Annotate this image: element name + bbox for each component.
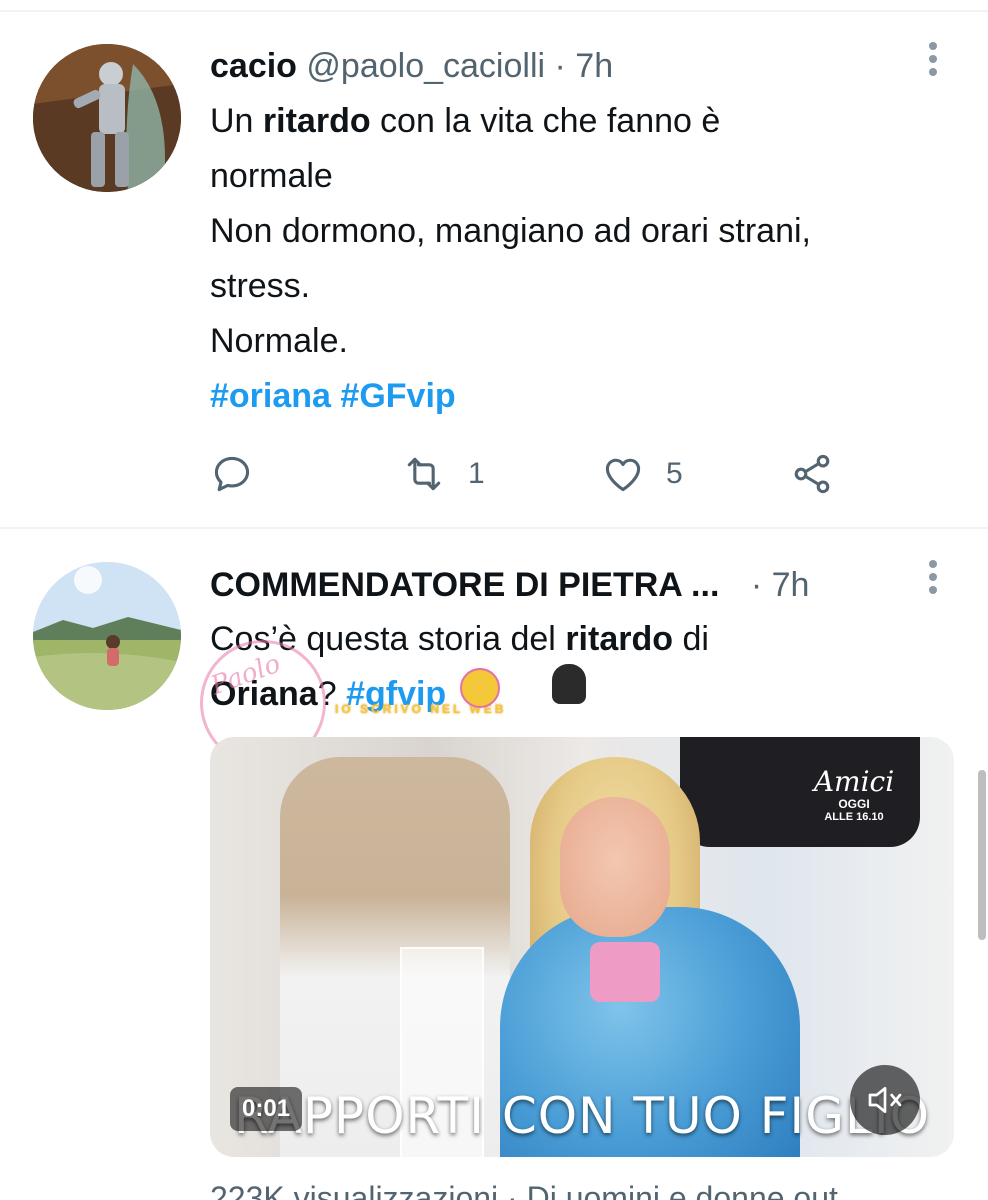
text-segment: Cos’è questa storia del [210,620,566,658]
twitter-timeline: cacio @paolo_caciolli · 7h Un ritardo co… [0,0,988,1200]
text-segment: con la vita che fanno è [370,102,721,140]
retweet-icon [407,457,441,491]
text-segment: ? [317,675,347,713]
tweet-line: Cos’è questa storia del ritardo di [210,612,950,667]
more-options-icon[interactable] [928,42,938,82]
channel-logo: Amici OGGI ALLE 16.10 [804,767,904,824]
tweet-line: stress. [210,267,311,305]
video-presenter-hand [590,942,660,1002]
timestamp[interactable]: 7h [575,47,613,85]
avatar-landscape-image [33,562,181,710]
reply-icon [214,456,250,492]
retweet-count: 1 [468,457,485,490]
top-divider [0,10,988,12]
separator-dot: · [554,47,566,85]
tweet-divider [0,527,988,529]
hashtag-link[interactable]: #oriana [210,377,331,415]
tweet-header: cacio @paolo_caciolli · 7h [210,46,613,86]
avatar[interactable] [33,44,181,192]
display-name[interactable]: cacio [210,47,297,85]
hashtag-link[interactable]: #gfvip [346,675,446,713]
hashtag-link[interactable]: #GFvip [340,377,455,415]
text-segment: Un [210,102,263,140]
share-button[interactable] [790,448,834,500]
mute-toggle-button[interactable] [850,1065,920,1135]
timestamp[interactable]: 7h [772,566,810,604]
tweet-text: Un ritardo con la vita che fanno è norma… [210,94,950,424]
more-options-icon[interactable] [928,560,938,600]
tweet-line: Normale. [210,322,348,360]
text-bold-segment: Oriana [210,675,318,713]
text-segment: di [673,620,709,658]
share-icon [794,454,830,494]
username[interactable]: @paolo_caciolli [306,47,545,85]
like-button[interactable]: 5 [600,448,683,500]
video-presenter-face [560,797,670,937]
avatar[interactable] [33,562,181,710]
tweet-line: normale [210,157,333,195]
video-timer: 0:01 [230,1087,303,1131]
logo-title: Amici [813,765,895,798]
views-and-source: 223K visualizzazioni · Di uomini e donne… [210,1180,838,1200]
tweet-line: Un ritardo con la vita che fanno è [210,94,950,149]
logo-subtitle-time: ALLE 16.10 [824,811,884,823]
tweet-line: Non dormono, mangiano ad orari strani, [210,212,811,250]
tweet-text: Cos’è questa storia del ritardo di Orian… [210,612,950,722]
text-bold-segment: ritardo [262,102,371,140]
video-player[interactable]: Amici OGGI ALLE 16.10 RAPPORTI CON TUO F… [210,737,954,1157]
video-caption: RAPPORTI CON TUO FIGLIO [233,1087,931,1145]
logo-subtitle: OGGI [838,797,870,811]
heart-icon [605,458,641,492]
avatar-knight-image [33,44,181,192]
muted-speaker-icon [868,1087,902,1113]
tweet-actions: 1 5 [210,448,850,500]
display-name[interactable]: COMMENDATORE DI PIETRA ... [210,566,719,604]
like-count: 5 [666,457,683,490]
text-bold-segment: ritardo [565,620,673,658]
tweet-line: Oriana? #gfvip [210,667,950,722]
tweet-header: COMMENDATORE DI PIETRA ... · 7h [210,565,809,605]
retweet-button[interactable]: 1 [400,448,485,500]
hashtag-line: #oriana #GFvip [210,369,950,424]
scrollbar[interactable] [978,770,986,940]
separator-dot: · [750,566,763,604]
reply-button[interactable] [210,448,254,500]
